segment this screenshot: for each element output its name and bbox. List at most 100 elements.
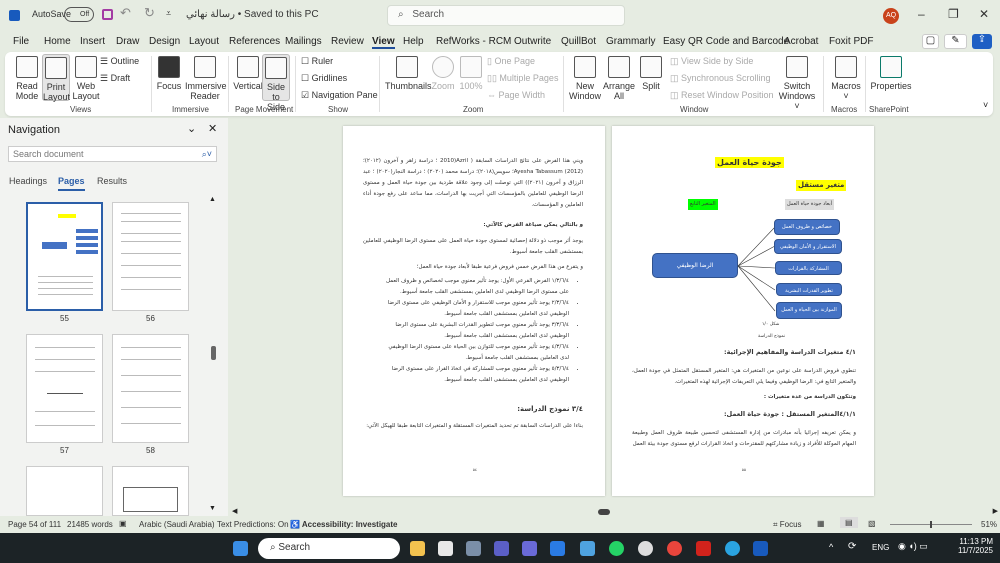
tab-draw[interactable]: Draw <box>116 36 139 47</box>
taskbar-search[interactable]: ⌕ Search <box>258 538 400 559</box>
word-count[interactable]: 21485 words <box>67 520 113 529</box>
tab-pages[interactable]: Pages <box>58 176 85 191</box>
new-window-button[interactable]: New Window <box>569 56 601 101</box>
save-icon[interactable] <box>102 9 113 20</box>
redo-icon[interactable]: ↻ <box>144 5 155 21</box>
language-status[interactable]: Arabic (Saudi Arabia) <box>139 520 215 529</box>
page-thumbnail-55[interactable] <box>26 202 103 311</box>
properties-button[interactable]: Properties <box>869 56 913 91</box>
print-layout-view-icon[interactable]: ▤ <box>840 517 858 528</box>
tab-headings[interactable]: Headings <box>9 176 47 186</box>
multiple-pages-button[interactable]: ▯▯ Multiple Pages <box>487 73 558 84</box>
tab-quillbot[interactable]: QuillBot <box>561 36 596 47</box>
tab-references[interactable]: References <box>229 36 280 47</box>
switch-windows-button[interactable]: Switch Windows ˅ <box>778 56 816 111</box>
show-hidden-icons[interactable]: ^ <box>829 542 833 552</box>
immersive-reader-button[interactable]: Immersive Reader <box>185 56 227 101</box>
horizontal-scrollbar[interactable]: ◀ ▶ <box>230 507 1000 517</box>
web-layout-view-icon[interactable]: ▧ <box>868 519 876 528</box>
clock[interactable]: 11:13 PM 11/7/2025 <box>958 537 993 555</box>
telegram-icon[interactable] <box>725 541 740 556</box>
outline-button[interactable]: ☰ Outline <box>100 56 139 67</box>
ruler-checkbox[interactable]: ☐ Ruler <box>301 56 333 67</box>
page-thumbnail-56[interactable] <box>112 202 189 311</box>
arrange-all-button[interactable]: Arrange All <box>603 56 635 101</box>
scroll-thumb[interactable] <box>598 509 610 515</box>
side-to-side-button[interactable]: Side to Side <box>262 54 290 112</box>
tab-design[interactable]: Design <box>149 36 180 47</box>
tab-easy-qr[interactable]: Easy QR Code and Barcode <box>663 36 789 47</box>
snipping-icon[interactable] <box>580 541 595 556</box>
page-count[interactable]: Page 54 of 111 <box>8 520 61 529</box>
editing-mode-button[interactable]: ✎ <box>944 34 967 49</box>
input-language[interactable]: ENG <box>872 543 889 552</box>
tab-foxit[interactable]: Foxit PDF <box>829 36 873 47</box>
tab-refworks[interactable]: RefWorks - RCM <box>436 36 511 47</box>
read-mode-button[interactable]: Read Mode <box>13 56 41 101</box>
search-document-input[interactable]: Search document ⌕˅ <box>8 146 217 162</box>
split-button[interactable]: Split <box>638 56 664 91</box>
store-icon[interactable] <box>438 541 453 556</box>
document-page-55[interactable]: جودة حياة العمل متغير مستقل المتغير التا… <box>612 126 874 496</box>
zoom-button[interactable]: Zoom <box>430 56 456 91</box>
view-side-by-side-button[interactable]: ◫ View Side by Side <box>670 56 753 67</box>
web-layout-button[interactable]: Web Layout <box>72 56 100 101</box>
document-page-54[interactable]: ويني هذا الفرض على نتائج الدراسات السابق… <box>343 126 605 496</box>
teams-icon[interactable] <box>494 541 509 556</box>
page-thumbnail-57[interactable] <box>26 334 103 443</box>
focus-button[interactable]: Focus <box>156 56 182 91</box>
synchronous-scrolling-button[interactable]: ◫ Synchronous Scrolling <box>670 73 771 84</box>
tab-mailings[interactable]: Mailings <box>285 36 322 47</box>
tab-help[interactable]: Help <box>403 36 424 47</box>
proofing-icon[interactable]: ▣ <box>119 519 127 528</box>
chatgpt-icon[interactable] <box>638 541 653 556</box>
avatar[interactable]: AQ <box>883 8 899 24</box>
tab-view[interactable]: View <box>372 36 395 49</box>
customize-qat-icon[interactable]: ⩡ <box>166 8 171 19</box>
tab-layout[interactable]: Layout <box>189 36 219 47</box>
nav-scrollbar[interactable]: ▲ ▼ <box>209 196 219 512</box>
vertical-button[interactable]: Vertical <box>233 56 263 91</box>
document-title[interactable]: رسالة نهائي • Saved to this PC <box>186 9 319 20</box>
accessibility-status[interactable]: ♿ Accessibility: Investigate <box>290 520 397 529</box>
print-layout-button[interactable]: Print Layout <box>42 54 70 102</box>
page-thumbnail-58[interactable] <box>112 334 189 443</box>
word-taskbar-icon[interactable] <box>753 541 768 556</box>
autosave-toggle[interactable]: Off <box>64 7 94 22</box>
chrome-icon[interactable] <box>667 541 682 556</box>
tab-grammarly[interactable]: Grammarly <box>606 36 655 47</box>
tab-results[interactable]: Results <box>97 176 127 186</box>
close-button[interactable]: ✕ <box>979 7 989 21</box>
acrobat-icon[interactable] <box>696 541 711 556</box>
page-thumbnail-60[interactable] <box>112 466 189 516</box>
gridlines-checkbox[interactable]: ☐ Gridlines <box>301 73 347 84</box>
restore-button[interactable]: ❐ <box>948 7 959 21</box>
navigation-pane-checkbox[interactable]: ☑ Navigation Pane <box>301 90 378 101</box>
tab-insert[interactable]: Insert <box>80 36 105 47</box>
nav-close-icon[interactable]: ✕ <box>208 122 217 135</box>
tab-home[interactable]: Home <box>44 36 71 47</box>
zoom-level[interactable]: 51% <box>981 520 997 529</box>
share-button[interactable]: ⇪ <box>972 34 992 49</box>
read-mode-view-icon[interactable]: ▦ <box>817 519 825 528</box>
minimize-button[interactable]: – <box>918 7 925 21</box>
network-icon[interactable]: ⟳ <box>848 541 856 552</box>
comments-button[interactable]: ▢ <box>922 34 939 49</box>
reset-window-position-button[interactable]: ◫ Reset Window Position <box>670 90 774 101</box>
tab-acrobat[interactable]: Acrobat <box>784 36 818 47</box>
thumbnails-button[interactable]: Thumbnails <box>385 56 432 91</box>
undo-icon[interactable]: ↶ <box>120 5 131 21</box>
camera-icon[interactable] <box>466 541 481 556</box>
draft-button[interactable]: ☰ Draft <box>100 73 130 84</box>
page-thumbnail-59[interactable] <box>26 466 103 516</box>
search-input[interactable]: ⌕ Search <box>387 5 625 26</box>
page-width-button[interactable]: ⇔ Page Width <box>487 90 545 100</box>
whatsapp-icon[interactable] <box>609 541 624 556</box>
tab-review[interactable]: Review <box>331 36 364 47</box>
zoom-slider[interactable] <box>890 521 972 528</box>
app-icon[interactable] <box>550 541 565 556</box>
windows-start-icon[interactable] <box>233 541 248 556</box>
app-icon[interactable] <box>522 541 537 556</box>
nav-options-icon[interactable]: ⌄ <box>187 122 196 135</box>
zoom-100-button[interactable]: 100% <box>458 56 484 91</box>
